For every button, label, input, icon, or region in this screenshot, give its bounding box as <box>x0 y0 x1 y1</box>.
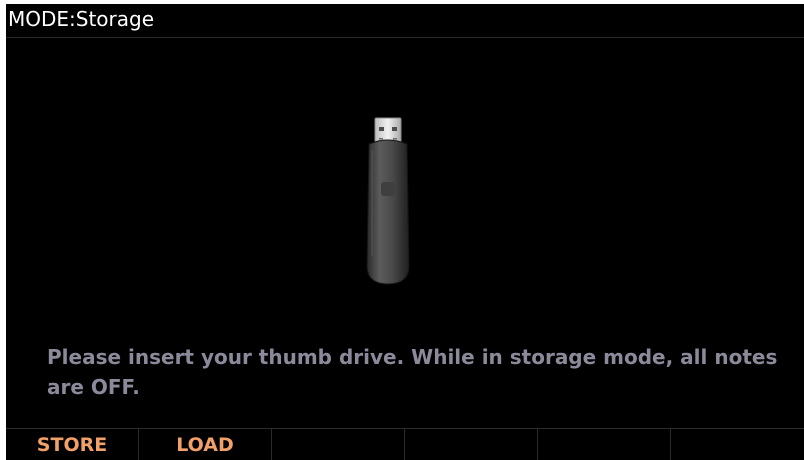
softkey-3[interactable] <box>272 429 405 460</box>
softkey-4[interactable] <box>405 429 538 460</box>
insert-drive-message: Please insert your thumb drive. While in… <box>47 345 778 399</box>
load-button[interactable]: LOAD <box>139 429 272 460</box>
softkey-5[interactable] <box>538 429 671 460</box>
store-button[interactable]: STORE <box>6 429 139 460</box>
usb-thumb-drive-icon <box>360 116 416 288</box>
softkey-bar: STORE LOAD <box>6 428 804 460</box>
mode-title: MODE:Storage <box>8 7 155 31</box>
title-bar: MODE:Storage <box>6 4 804 38</box>
softkey-6[interactable] <box>671 429 804 460</box>
storage-mode-screen: MODE:Storage Please insert your thumb dr… <box>6 4 804 460</box>
